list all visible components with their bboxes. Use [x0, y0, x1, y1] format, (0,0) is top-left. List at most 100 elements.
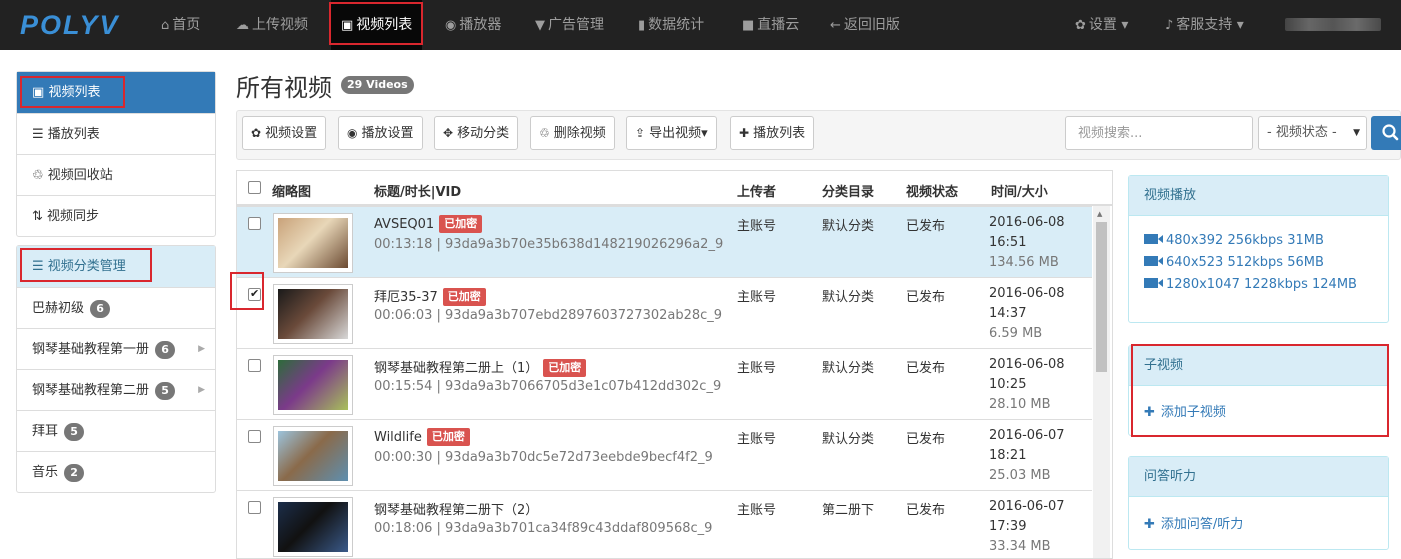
category: 默认分类 — [822, 290, 875, 305]
video-status: 已发布 — [906, 361, 946, 376]
video-title[interactable]: 钢琴基础教程第二册下（2） — [374, 503, 538, 518]
play-settings-button[interactable]: ◉ 播放设置 — [338, 116, 423, 150]
upload-time: 16:51 — [989, 235, 1027, 250]
row-checkbox[interactable] — [248, 287, 261, 301]
add-subvideo-link[interactable]: ✚ 添加子视频 — [1129, 401, 1388, 420]
upload-date: 2016-06-08 — [989, 215, 1065, 230]
sidebar-item-video-list[interactable]: ▣ 视频列表 — [17, 72, 215, 113]
column-header[interactable]: 标题/时长|VID — [374, 181, 461, 200]
nav-statistics[interactable]: ▮ 数据统计 — [638, 0, 704, 50]
table-row[interactable]: 拜厄35-37 已加密 00:06:03 | 93da9a3b707ebd28976… — [237, 277, 1092, 348]
upload-time: 17:39 — [989, 519, 1027, 534]
row-checkbox[interactable] — [248, 430, 261, 443]
sidebar-item-recycle-bin[interactable]: ♲ 视频回收站 — [17, 154, 215, 195]
user-account-redacted[interactable] — [1285, 18, 1381, 31]
column-header[interactable]: 时间/大小 — [991, 181, 1048, 200]
sidebar-item-playlist[interactable]: ☰ 播放列表 — [17, 113, 215, 154]
add-qa-link[interactable]: ✚ 添加问答/听力 — [1129, 513, 1388, 532]
nav-video-list[interactable]: ▣ 视频列表 — [331, 0, 423, 50]
table-row[interactable]: 钢琴基础教程第二册上（1） 已加密 00:15:54 | 93da9a3b70667… — [237, 348, 1092, 419]
column-header: 缩略图 — [272, 185, 312, 200]
column-header[interactable]: 上传者 — [737, 181, 776, 200]
sidebar-category-item[interactable]: 巴赫初级 6 — [17, 287, 215, 328]
table-row[interactable]: 钢琴基础教程第二册下（2） 00:18:06 | 93da9a3b701ca34f… — [237, 490, 1092, 558]
chevron-right-icon[interactable]: ▶ — [198, 370, 205, 411]
nav-back-old-version[interactable]: ← 返回旧版 — [830, 0, 900, 50]
video-thumbnail[interactable] — [273, 213, 353, 273]
encrypted-badge: 已加密 — [439, 215, 483, 233]
qa-panel: 问答听力 ✚ 添加问答/听力 — [1128, 456, 1389, 550]
chevron-right-icon[interactable]: ▶ — [198, 329, 205, 370]
duration-vid: 00:06:03 | 93da9a3b707ebd2897603727302ab… — [374, 308, 723, 323]
playback-link[interactable]: 1280x1047 1228kbps 124MB — [1129, 277, 1388, 292]
scroll-up-icon[interactable]: ▲ — [1097, 210, 1102, 218]
list-icon: ☰ — [32, 127, 44, 142]
video-title[interactable]: 钢琴基础教程第二册上（1） — [374, 361, 538, 376]
video-search-input[interactable] — [1065, 116, 1253, 150]
select-all-checkbox[interactable] — [248, 181, 261, 194]
nav-ad-management[interactable]: ▼ 广告管理 — [535, 0, 604, 50]
uploader: 主账号 — [737, 503, 777, 518]
plus-icon: ✚ — [1144, 517, 1155, 532]
encrypted-badge: 已加密 — [442, 288, 486, 306]
film-icon: ▣ — [341, 18, 354, 33]
count-badge: 5 — [155, 382, 176, 400]
sidebar-category-item[interactable]: 钢琴基础教程第一册 6 ▶ — [17, 328, 215, 369]
nav-settings[interactable]: ✿ 设置 ▾ — [1075, 0, 1128, 50]
play-circle-icon: ◉ — [347, 126, 358, 140]
arrow-left-icon: ← — [830, 18, 841, 33]
row-checkbox[interactable] — [248, 359, 261, 372]
row-checkbox[interactable] — [248, 217, 261, 230]
bell-icon: ♪ — [1165, 18, 1174, 33]
nav-upload-video[interactable]: ☁ 上传视频 — [236, 0, 308, 50]
sidebar-category-item[interactable]: 音乐 2 — [17, 451, 215, 492]
export-video-button[interactable]: ⇪ 导出视频▾ — [626, 116, 717, 150]
move-category-button[interactable]: ✥ 移动分类 — [434, 116, 519, 150]
search-button[interactable] — [1371, 116, 1401, 150]
video-status: 已发布 — [906, 503, 946, 518]
video-status-select[interactable]: - 视频状态 - ▼ — [1258, 116, 1367, 150]
video-title[interactable]: Wildlife — [374, 430, 422, 445]
video-status: 已发布 — [906, 219, 946, 234]
sidebar-category-menu: ☰ 视频分类管理 巴赫初级 6 钢琴基础教程第一册 6 ▶ 钢琴基础教程第二册 5 ▶ 拜… — [16, 245, 216, 493]
nav-live-cloud[interactable]: ■ 直播云 — [742, 0, 799, 50]
upload-icon: ☁ — [236, 18, 249, 33]
table-scrollbar[interactable]: ▲ — [1093, 206, 1110, 558]
table-row[interactable]: Wildlife 已加密 00:00:30 | 93da9a3b70dc5e72d7… — [237, 419, 1092, 490]
search-icon — [1382, 124, 1399, 141]
delete-video-button[interactable]: ♲ 删除视频 — [530, 116, 615, 150]
scrollbar-thumb[interactable] — [1096, 222, 1107, 372]
row-checkbox[interactable] — [248, 501, 261, 514]
video-title[interactable]: AVSEQ01 — [374, 217, 434, 232]
upload-time: 10:25 — [989, 377, 1027, 392]
column-header[interactable]: 分类目录 — [822, 181, 874, 200]
sidebar-category-header[interactable]: ☰ 视频分类管理 — [17, 246, 215, 287]
upload-date: 2016-06-08 — [989, 357, 1065, 372]
video-thumbnail[interactable] — [273, 497, 353, 557]
encrypted-badge: 已加密 — [426, 428, 470, 446]
video-thumbnail[interactable] — [273, 426, 353, 486]
video-title[interactable]: 拜厄35-37 — [374, 290, 438, 305]
panel-title: 子视频 — [1129, 346, 1388, 386]
sidebar-item-video-sync[interactable]: ⇅ 视频同步 — [17, 195, 215, 236]
nav-player[interactable]: ◉ 播放器 — [445, 0, 501, 50]
playback-link[interactable]: 640x523 512kbps 56MB — [1129, 255, 1388, 270]
playback-link[interactable]: 480x392 256kbps 31MB — [1129, 233, 1388, 248]
sidebar-category-item[interactable]: 拜耳 5 — [17, 410, 215, 451]
video-thumbnail[interactable] — [273, 284, 353, 344]
nav-home[interactable]: ⌂ 首页 — [161, 0, 200, 50]
category: 第二册下 — [822, 503, 875, 518]
duration-vid: 00:13:18 | 93da9a3b70e35b638d14821902629… — [374, 237, 724, 252]
film-icon: ▣ — [32, 85, 45, 100]
sidebar-category-item[interactable]: 钢琴基础教程第二册 5 ▶ — [17, 369, 215, 410]
column-header[interactable]: 视频状态 — [906, 181, 958, 200]
add-playlist-button[interactable]: ✚ 播放列表 — [730, 116, 815, 150]
polyv-logo[interactable]: POLYV — [20, 10, 120, 41]
nav-support[interactable]: ♪ 客服支持 ▾ — [1165, 0, 1244, 50]
category: 默认分类 — [822, 361, 875, 376]
duration-vid: 00:18:06 | 93da9a3b701ca34f89c43ddaf8095… — [374, 521, 713, 536]
upload-date: 2016-06-07 — [989, 428, 1065, 443]
video-thumbnail[interactable] — [273, 355, 353, 415]
table-row[interactable]: AVSEQ01 已加密 00:13:18 | 93da9a3b70e35b638d1… — [237, 206, 1092, 277]
video-settings-button[interactable]: ✿ 视频设置 — [242, 116, 327, 150]
